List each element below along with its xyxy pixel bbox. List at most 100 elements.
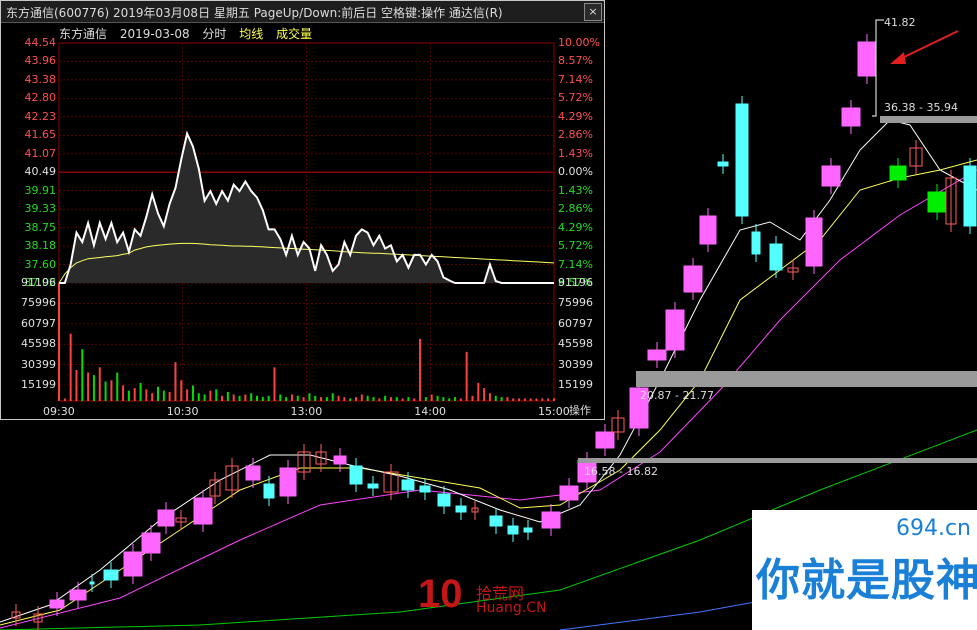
candle-body — [507, 525, 519, 535]
candle-body — [717, 161, 729, 167]
candle-body — [69, 589, 87, 601]
volume-bar — [133, 388, 136, 401]
volume-bar — [547, 398, 550, 401]
candle-body — [647, 349, 667, 361]
watermark-domain: 694.cn — [895, 516, 971, 541]
volume-bar — [314, 395, 317, 401]
volume-bar — [401, 398, 404, 401]
candle-body — [665, 309, 685, 351]
volume-bar — [110, 380, 113, 401]
volume-bar — [343, 397, 346, 401]
volume-tick-label: 75996 — [21, 296, 56, 310]
volume-bar — [75, 369, 78, 401]
candle-body — [805, 217, 823, 267]
volume-bar — [58, 283, 60, 401]
candle-body — [699, 215, 717, 245]
volume-bar — [523, 398, 526, 401]
volume-bar — [168, 391, 171, 401]
volume-bar — [360, 394, 363, 401]
candle-body — [437, 493, 451, 507]
candle-body — [367, 483, 379, 489]
pct-tick-label: 8.57% — [558, 54, 593, 68]
volume-bar — [395, 397, 398, 401]
intraday-popup-window[interactable]: 东方通信(600776) 2019年03月08日 星期五 PageUp/Down… — [0, 0, 605, 420]
volume-bar — [419, 338, 422, 401]
volume-bar — [320, 397, 323, 401]
price-tick-label: 38.75 — [24, 220, 57, 234]
pct-tick-label: 0.00% — [558, 165, 593, 179]
pct-tick-label: 4.29% — [558, 109, 593, 123]
volume-bar — [553, 398, 555, 401]
volume-bar — [430, 394, 433, 401]
watermark-logo: 10 拾荒网 Huang.CN — [418, 572, 546, 617]
volume-bar — [87, 372, 90, 401]
candle-body — [769, 243, 783, 271]
price-tick-label: 38.18 — [24, 239, 57, 253]
volume-bar — [349, 398, 352, 401]
volume-bar — [337, 395, 340, 401]
candle-body — [455, 505, 467, 513]
volume-tick-label-right: 30399 — [558, 357, 593, 371]
time-tick-label: 13:00 — [290, 405, 323, 418]
price-tick-label: 42.23 — [24, 109, 57, 123]
volume-bar — [407, 397, 410, 401]
volume-bar — [325, 397, 328, 401]
price-tick-label: 43.96 — [24, 54, 57, 68]
candle-body — [559, 485, 579, 501]
volume-bar — [290, 394, 293, 401]
volume-bar — [285, 397, 288, 401]
volume-bar — [477, 382, 480, 401]
volume-bar — [157, 386, 159, 401]
pct-tick-label: 1.43% — [558, 183, 593, 197]
volume-bar — [355, 397, 357, 401]
volume-bar — [535, 398, 538, 401]
pct-tick-label: 10.00% — [558, 36, 600, 49]
volume-bar — [448, 398, 451, 401]
range-bar-low — [578, 458, 977, 463]
volume-bar — [174, 362, 177, 401]
volume-bar — [244, 394, 247, 401]
pct-tick-label: 5.72% — [558, 239, 593, 253]
candle-body — [595, 431, 615, 449]
intraday-chart[interactable] — [1, 1, 604, 419]
candle-body — [541, 511, 561, 529]
chart-grid — [58, 42, 555, 402]
volume-bar — [506, 397, 509, 401]
volume-bar — [226, 391, 229, 401]
volume-bar — [81, 349, 84, 401]
price-tick-label: 41.65 — [24, 128, 57, 142]
volume-bar — [186, 389, 189, 401]
volume-tick-label: 60797 — [21, 316, 56, 330]
pct-tick-label: 2.86% — [558, 202, 593, 216]
candle-body — [751, 231, 761, 255]
volume-bar — [261, 397, 264, 401]
volume-tick-label: 15199 — [21, 378, 56, 391]
volume-bar — [483, 388, 486, 401]
volume-bar — [442, 397, 445, 401]
price-tick-label: 37.60 — [24, 257, 57, 271]
candle-body — [857, 41, 877, 77]
volume-bar — [424, 397, 427, 401]
candle-body — [841, 107, 861, 127]
price-tick-label: 44.54 — [24, 36, 57, 49]
pct-tick-label: 5.72% — [558, 91, 593, 105]
volume-bar — [459, 398, 462, 401]
operate-button[interactable]: 操作 — [558, 403, 602, 418]
volume-bar — [378, 398, 381, 401]
candle-body — [89, 581, 95, 585]
candle-body — [193, 497, 213, 525]
candle-body — [683, 265, 703, 293]
candle-body — [419, 485, 431, 493]
candle-body — [963, 165, 977, 227]
watermark-logo-en: Huang.CN — [476, 600, 547, 616]
volume-bar — [127, 390, 130, 401]
volume-bar — [366, 395, 369, 401]
price-tick-label: 39.33 — [24, 202, 57, 216]
volume-bar — [69, 333, 72, 401]
volume-tick-label: 91196 — [21, 276, 56, 289]
volume-bar — [151, 393, 154, 401]
candle-body — [103, 569, 119, 581]
volume-tick-label: 30399 — [21, 357, 56, 371]
volume-tick-label-right: 91196 — [558, 276, 593, 289]
red-arrow-shaft — [897, 30, 959, 61]
